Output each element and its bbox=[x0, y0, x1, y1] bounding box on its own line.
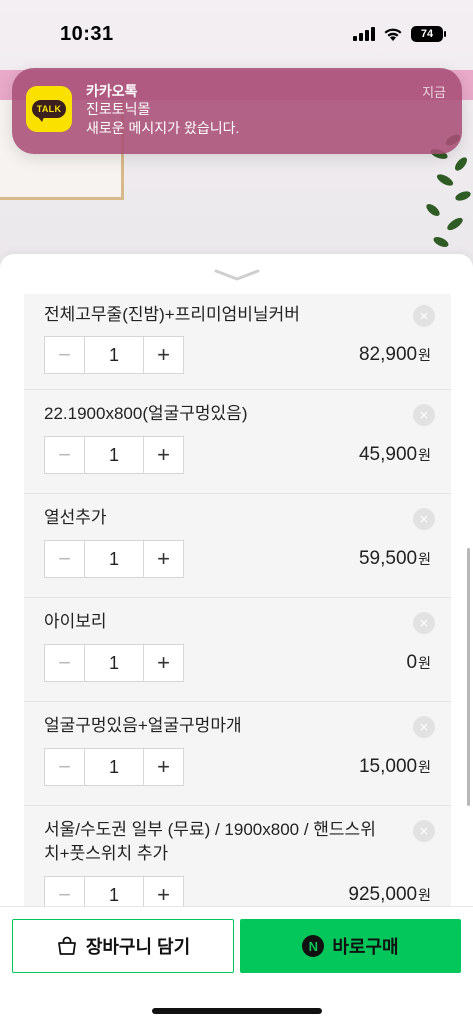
increase-button[interactable]: + bbox=[143, 541, 183, 577]
increase-button[interactable]: + bbox=[143, 645, 183, 681]
price-amount: 82,900 bbox=[358, 344, 418, 365]
option-name: 서울/수도권 일부 (무료) / 1900x800 / 핸드스위치+풋스위치 추… bbox=[44, 820, 376, 863]
home-indicator[interactable] bbox=[152, 1008, 322, 1014]
option-item: 열선추가 × − 1 + 59,500원 bbox=[24, 494, 451, 598]
option-name: 22.1900x800(얼굴구멍있음) bbox=[44, 404, 248, 423]
add-to-cart-label: 장바구니 담기 bbox=[85, 937, 191, 957]
decrease-button[interactable]: − bbox=[45, 541, 85, 577]
shopping-bag-icon bbox=[57, 936, 76, 955]
price-currency: 원 bbox=[418, 447, 431, 463]
buy-now-label: 바로구매 bbox=[332, 937, 399, 957]
option-price: 45,900원 bbox=[359, 444, 431, 466]
quantity-value[interactable]: 1 bbox=[85, 877, 143, 906]
quantity-value[interactable]: 1 bbox=[85, 645, 143, 681]
push-notification[interactable]: TALK 카카오톡 진로토닉몰 새로운 메시지가 왔습니다. 지금 bbox=[12, 68, 462, 154]
quantity-value[interactable]: 1 bbox=[85, 541, 143, 577]
option-item: 전체고무줄(진밤)+프리미엄비닐커버 × − 1 + 82,900원 bbox=[24, 294, 451, 390]
option-item: 아이보리 × − 1 + 0원 bbox=[24, 598, 451, 702]
price-currency: 원 bbox=[418, 347, 431, 363]
notification-message: 새로운 메시지가 왔습니다. bbox=[86, 120, 240, 136]
quantity-stepper: − 1 + bbox=[44, 748, 184, 786]
price-currency: 원 bbox=[418, 551, 431, 567]
remove-icon[interactable]: × bbox=[413, 716, 435, 738]
chevron-down-icon[interactable] bbox=[214, 268, 260, 282]
buy-now-button[interactable]: N 바로구매 bbox=[240, 919, 461, 973]
remove-icon[interactable]: × bbox=[413, 820, 435, 842]
option-item: 얼굴구멍있음+얼굴구멍마개 × − 1 + 15,000원 bbox=[24, 702, 451, 806]
increase-button[interactable]: + bbox=[143, 749, 183, 785]
remove-icon[interactable]: × bbox=[413, 305, 435, 327]
notification-time: 지금 bbox=[422, 85, 446, 100]
decrease-button[interactable]: − bbox=[45, 749, 85, 785]
status-icons: 74 bbox=[353, 26, 446, 42]
notification-app-name: 카카오톡 bbox=[86, 83, 138, 99]
price-amount: 0 bbox=[406, 652, 418, 673]
selected-option-list: 전체고무줄(진밤)+프리미엄비닐커버 × − 1 + 82,900원 22.19… bbox=[24, 294, 451, 906]
talk-bubble-icon: TALK bbox=[31, 100, 67, 122]
increase-button[interactable]: + bbox=[143, 877, 183, 906]
option-price: 59,500원 bbox=[359, 548, 431, 570]
price-amount: 925,000 bbox=[348, 884, 418, 905]
cellular-signal-icon bbox=[353, 27, 375, 41]
quantity-stepper: − 1 + bbox=[44, 540, 184, 578]
price-amount: 45,900 bbox=[358, 444, 418, 465]
option-item: 22.1900x800(얼굴구멍있음) × − 1 + 45,900원 bbox=[24, 390, 451, 494]
option-name: 얼굴구멍있음+얼굴구멍마개 bbox=[44, 716, 242, 735]
price-amount: 59,500 bbox=[358, 548, 418, 569]
price-currency: 원 bbox=[418, 759, 431, 775]
bottom-action-bar: 장바구니 담기 N 바로구매 bbox=[0, 906, 473, 1024]
remove-icon[interactable]: × bbox=[413, 404, 435, 426]
status-time: 10:31 bbox=[60, 22, 114, 45]
scrollbar[interactable] bbox=[467, 548, 470, 806]
naver-pay-icon: N bbox=[302, 935, 325, 957]
quantity-stepper: − 1 + bbox=[44, 644, 184, 682]
option-name: 열선추가 bbox=[44, 508, 107, 527]
quantity-stepper: − 1 + bbox=[44, 436, 184, 474]
quantity-stepper: − 1 + bbox=[44, 876, 184, 906]
kakaotalk-icon: TALK bbox=[26, 86, 72, 132]
quantity-value[interactable]: 1 bbox=[85, 337, 143, 373]
option-name: 전체고무줄(진밤)+프리미엄비닐커버 bbox=[44, 305, 300, 324]
battery-icon: 74 bbox=[411, 26, 446, 42]
add-to-cart-button[interactable]: 장바구니 담기 bbox=[12, 919, 234, 973]
quantity-value[interactable]: 1 bbox=[85, 437, 143, 473]
price-currency: 원 bbox=[418, 655, 431, 671]
price-currency: 원 bbox=[418, 887, 431, 903]
remove-icon[interactable]: × bbox=[413, 508, 435, 530]
decrease-button[interactable]: − bbox=[45, 337, 85, 373]
option-price: 82,900원 bbox=[359, 344, 431, 366]
wifi-icon bbox=[384, 28, 402, 41]
option-price: 925,000원 bbox=[348, 884, 431, 906]
decrease-button[interactable]: − bbox=[45, 645, 85, 681]
notification-sender: 진로토닉몰 bbox=[86, 101, 151, 117]
price-amount: 15,000 bbox=[358, 756, 418, 777]
quantity-stepper: − 1 + bbox=[44, 336, 184, 374]
decrease-button[interactable]: − bbox=[45, 437, 85, 473]
option-price: 15,000원 bbox=[359, 756, 431, 778]
increase-button[interactable]: + bbox=[143, 337, 183, 373]
option-price: 0원 bbox=[407, 652, 431, 674]
notification-body: 카카오톡 진로토닉몰 새로운 메시지가 왔습니다. bbox=[86, 82, 422, 138]
option-item: 서울/수도권 일부 (무료) / 1900x800 / 핸드스위치+풋스위치 추… bbox=[24, 806, 451, 906]
decrease-button[interactable]: − bbox=[45, 877, 85, 906]
status-bar: 10:31 74 bbox=[0, 0, 473, 68]
remove-icon[interactable]: × bbox=[413, 612, 435, 634]
increase-button[interactable]: + bbox=[143, 437, 183, 473]
battery-level: 74 bbox=[420, 28, 434, 40]
quantity-value[interactable]: 1 bbox=[85, 749, 143, 785]
option-name: 아이보리 bbox=[44, 612, 107, 631]
